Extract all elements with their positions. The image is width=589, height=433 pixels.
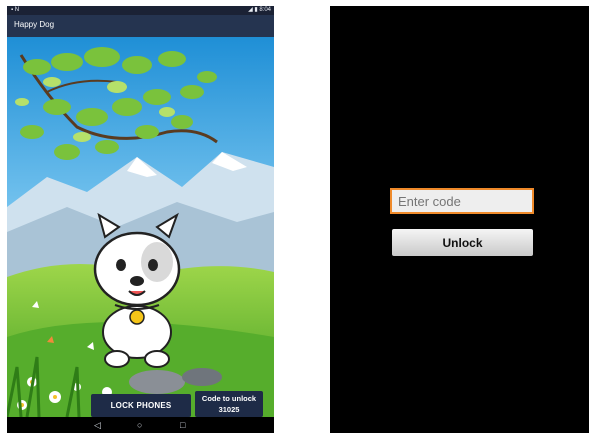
happy-dog-scene <box>7 37 274 417</box>
status-right-icons: ◢ ▮ 8:04 <box>248 7 271 13</box>
status-bar: ▪ N ◢ ▮ 8:04 <box>7 6 274 15</box>
lock-phones-button[interactable]: LOCK PHONES <box>91 394 191 417</box>
unlock-button[interactable]: Unlock <box>392 229 533 256</box>
phone-screen-left: ▪ N ◢ ▮ 8:04 Happy Dog LOCK PHONES Code … <box>7 6 274 433</box>
recent-apps-icon[interactable]: □ <box>180 419 185 431</box>
phone-screen-right: Unlock <box>330 6 589 433</box>
home-icon[interactable]: ○ <box>137 419 142 431</box>
code-label: Code to unlock <box>201 394 257 403</box>
unlock-code-box: Code to unlock 31025 <box>195 391 263 417</box>
code-value: 31025 <box>218 405 240 414</box>
back-icon[interactable]: ◁ <box>94 419 101 431</box>
app-bar: Happy Dog <box>7 15 274 37</box>
enter-code-input[interactable] <box>390 188 534 214</box>
app-title: Happy Dog <box>14 20 55 29</box>
status-left-icons: ▪ N <box>11 7 20 13</box>
navigation-bar: ◁ ○ □ <box>7 417 274 433</box>
